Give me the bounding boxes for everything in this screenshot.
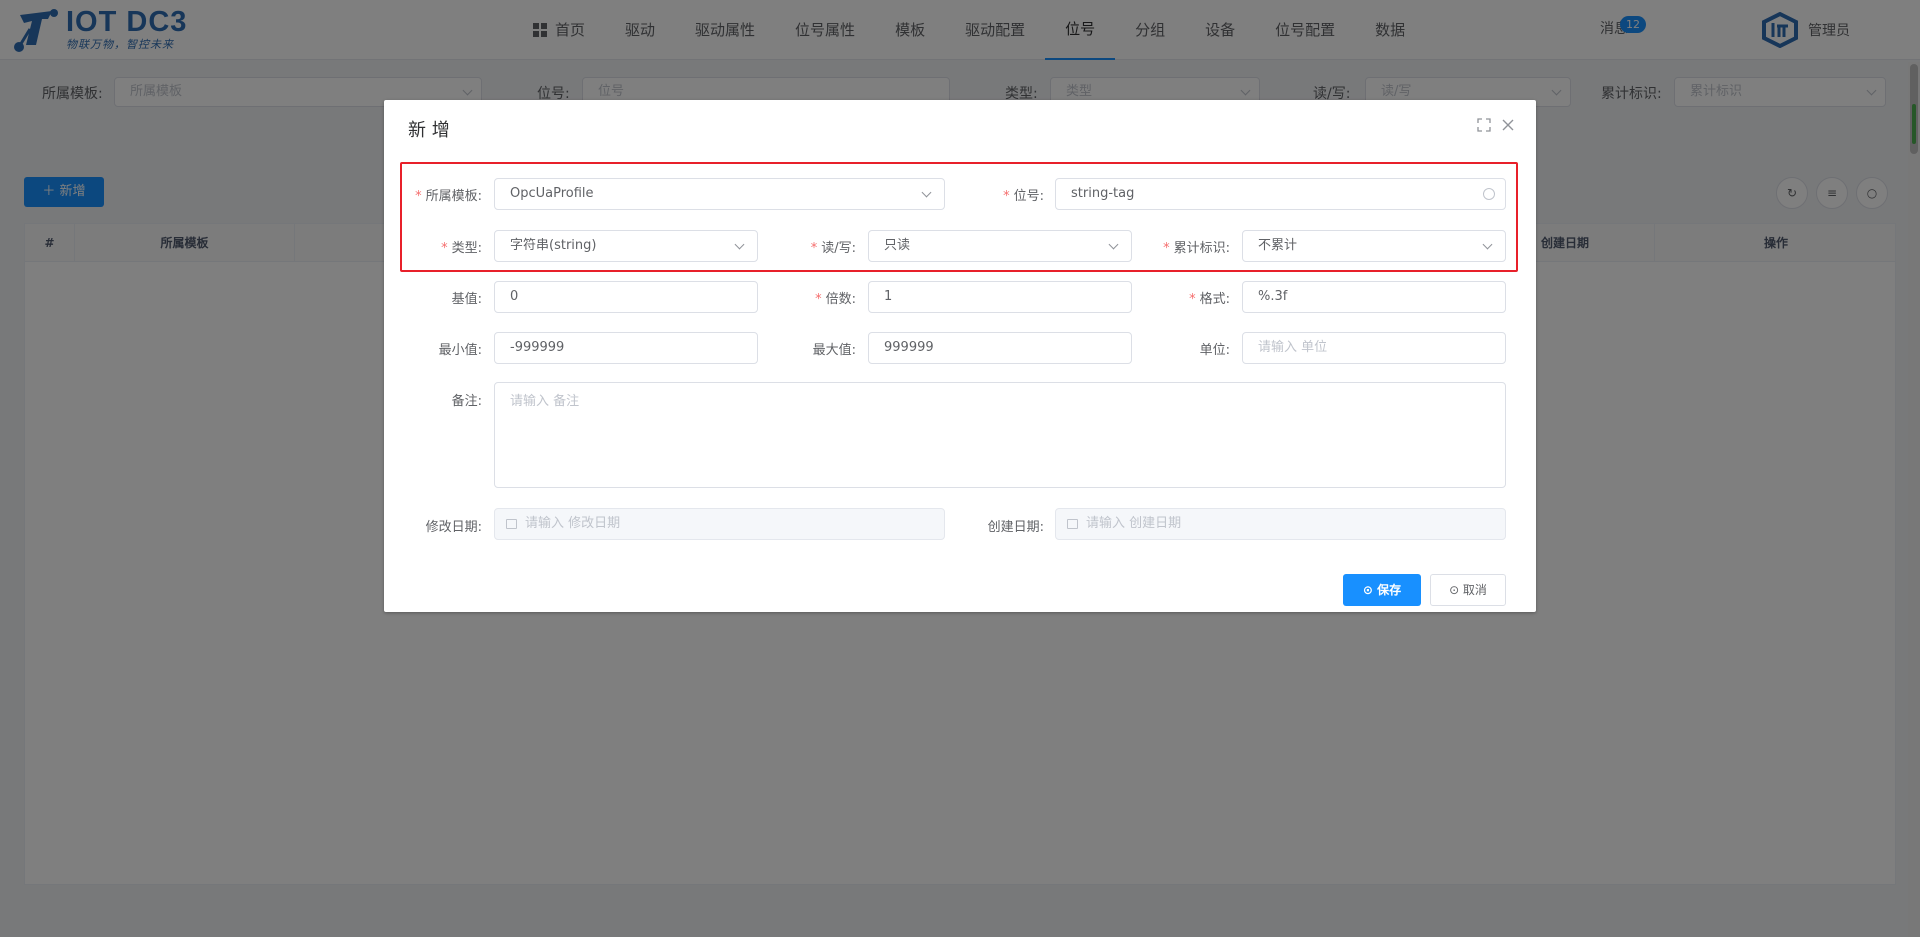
base-label: 基值: [451,292,482,307]
format-value: %.3f [1258,289,1288,304]
update-time-placeholder: 请输入 修改日期 [525,516,621,531]
format-label: * 格式: [1189,292,1230,307]
update-time-label: 修改日期: [425,520,482,535]
description-textarea[interactable]: 请输入 备注 [494,382,1506,488]
maximum-label: 最大值: [812,343,856,358]
multiple-label: * 倍数: [815,292,856,307]
unit-placeholder: 请输入 单位 [1258,340,1328,355]
minimum-value: -999999 [510,340,565,355]
create-time-input: 请输入 创建日期 [1055,508,1506,540]
unit-input[interactable]: 请输入 单位 [1242,332,1506,364]
dialog-title: 新 增 [408,120,450,141]
maximum-value: 999999 [884,340,934,355]
save-button[interactable]: ⊙ 保存 [1343,574,1421,606]
multiple-value: 1 [884,289,893,304]
cancel-button[interactable]: ⊙ 取消 [1430,574,1506,606]
calendar-icon [1067,519,1078,529]
unit-label: 单位: [1199,343,1230,358]
update-time-input: 请输入 修改日期 [494,508,945,540]
highlight-box [400,162,1518,272]
create-time-label: 创建日期: [987,520,1044,535]
format-input[interactable]: %.3f [1242,281,1506,313]
calendar-icon [506,519,517,529]
base-value: 0 [510,289,519,304]
close-icon[interactable] [1501,118,1515,132]
minimum-input[interactable]: -999999 [494,332,758,364]
multiple-input[interactable]: 1 [868,281,1132,313]
minimum-label: 最小值: [438,343,482,358]
fullscreen-icon[interactable] [1477,118,1491,132]
base-input[interactable]: 0 [494,281,758,313]
description-placeholder: 请输入 备注 [510,394,580,409]
maximum-input[interactable]: 999999 [868,332,1132,364]
description-label: 备注: [451,394,482,409]
create-time-placeholder: 请输入 创建日期 [1086,516,1182,531]
